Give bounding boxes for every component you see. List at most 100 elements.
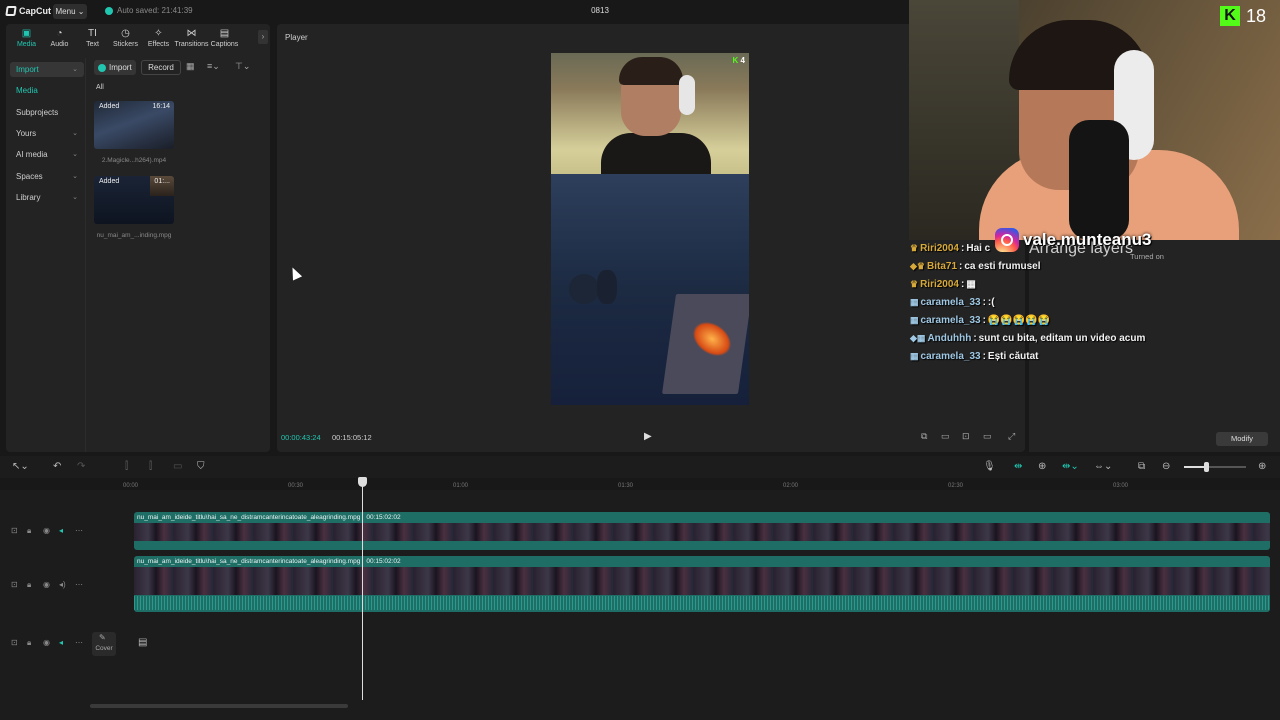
filter-icon[interactable]: ⊤⌄ <box>235 61 250 72</box>
crop-icon[interactable]: ⧉ <box>921 431 927 442</box>
menu-button[interactable]: Menu ⌄ <box>53 4 87 19</box>
grid-view-icon[interactable]: ▦ <box>186 61 195 72</box>
eye-icon[interactable]: ◉ <box>43 638 50 647</box>
playhead-handle[interactable] <box>358 477 367 487</box>
undo-icon[interactable]: ↶ <box>53 461 61 472</box>
nav-import[interactable]: Import ⌄ <box>10 62 84 77</box>
track-toggle-icon[interactable]: ⊡ <box>11 638 18 647</box>
zoom-in-icon[interactable]: ⊕ <box>1258 461 1266 472</box>
lock-icon[interactable]: 🔒︎ <box>27 526 31 536</box>
lock-icon[interactable]: 🔒︎ <box>27 580 31 590</box>
fit-icon[interactable]: ⊡ <box>962 431 970 442</box>
storyboard-icon[interactable]: ▤ <box>138 637 147 648</box>
chevron-down-icon: ⌄ <box>72 66 78 73</box>
more-icon[interactable]: ⋯ <box>75 580 83 589</box>
media-thumbnail[interactable]: Added 16:14 <box>94 101 174 149</box>
game-pot <box>569 274 599 304</box>
chat-text: Hai c <box>966 242 991 254</box>
tab-label: Stickers <box>113 41 138 48</box>
redo-icon[interactable]: ↷ <box>77 461 85 472</box>
split-icon[interactable]: ⫿ <box>125 461 128 472</box>
link-icon[interactable]: ⇹ <box>1014 461 1022 472</box>
record-button[interactable]: Record <box>141 60 181 75</box>
nav-import-label: Import <box>16 65 39 74</box>
quality-icon[interactable]: ▭ <box>941 431 950 442</box>
video-preview[interactable]: K 4 <box>551 53 749 405</box>
tab-captions[interactable]: ▤ Captions <box>208 24 241 48</box>
media-thumbnail[interactable]: Added 01:... <box>94 176 174 224</box>
media-duration: 01:... <box>154 178 170 185</box>
audio-icon[interactable]: ◂) <box>59 580 66 589</box>
preview-axis-icon[interactable]: ⇹⌄ <box>1062 461 1079 472</box>
eye-icon[interactable]: ◉ <box>43 580 50 589</box>
preview-icon[interactable]: ⧉ <box>1138 461 1145 472</box>
track-toggle-icon[interactable]: ⊡ <box>11 526 18 535</box>
playhead[interactable] <box>362 478 363 700</box>
lock-icon[interactable]: 🔒︎ <box>27 638 31 648</box>
tab-stickers[interactable]: ◷ Stickers <box>109 24 142 48</box>
ruler-tick: 00:00 <box>123 483 139 489</box>
timeline-scrollbar[interactable] <box>90 704 348 708</box>
chat-message: ▦ caramela_33 : Ești căutat <box>910 348 1039 364</box>
nav-spaces-label: Spaces <box>16 172 43 181</box>
zoom-out-icon[interactable]: ⊖ <box>1162 461 1170 472</box>
tab-media[interactable]: ▣ Media <box>10 24 43 48</box>
tabs-more-chevron-icon[interactable]: › <box>258 30 268 44</box>
tab-effects[interactable]: ✧ Effects <box>142 24 175 48</box>
media-filename: 2.Magicle...h264).mp4 <box>101 157 167 164</box>
nav-media[interactable]: Media <box>10 83 84 98</box>
audio-muted-icon[interactable]: ◂ <box>59 638 63 647</box>
eye-icon[interactable]: ◉ <box>43 526 50 535</box>
nav-library[interactable]: Library ⌄ <box>10 190 84 205</box>
clip-frames <box>134 567 1270 595</box>
person-hair <box>619 57 683 85</box>
fullscreen-icon[interactable]: ⤢ <box>1008 431 1015 442</box>
track-toggle-icon[interactable]: ⊡ <box>11 580 18 589</box>
tab-audio[interactable]: ◔ Audio <box>43 24 76 48</box>
capcut-window: CapCut Menu ⌄ Auto saved: 21:41:39 0813 … <box>0 0 1280 720</box>
split-right-icon[interactable]: ⫿ <box>149 461 152 472</box>
delete-icon[interactable]: ▭ <box>173 461 182 472</box>
chat-text: Ești căutat <box>987 350 1039 362</box>
autosave-text: Auto saved: 21:41:39 <box>117 6 193 15</box>
video-clip[interactable]: nu_mai_am_ideide_titlu\hai_sa_ne_distram… <box>134 512 1270 550</box>
sort-icon[interactable]: ≡⌄ <box>207 61 220 72</box>
project-title: 0813 <box>591 6 609 15</box>
play-icon[interactable]: ▶ <box>644 431 656 443</box>
chat-username: caramela_33 <box>920 314 981 326</box>
chat-badge-icon: ◆♛ <box>910 260 925 271</box>
nav-subprojects[interactable]: Subprojects <box>10 105 84 120</box>
chat-username: Anduhhh <box>927 332 972 344</box>
tab-label: Text <box>86 41 99 48</box>
auto-compose-icon[interactable]: ⇔⌄ <box>1094 461 1112 472</box>
select-tool-icon[interactable]: ↖⌄ <box>12 461 29 472</box>
tab-text[interactable]: TI Text <box>76 24 109 48</box>
current-time: 00:00:43:24 <box>281 433 321 442</box>
player-title: Player <box>285 33 308 42</box>
import-button[interactable]: Import <box>94 60 136 75</box>
person-shirt <box>601 133 711 178</box>
import-plus-icon <box>98 63 106 72</box>
nav-spaces[interactable]: Spaces ⌄ <box>10 169 84 184</box>
tab-label: Transitions <box>174 41 209 48</box>
modify-button[interactable]: Modify <box>1216 432 1268 446</box>
main-clip[interactable]: nu_mai_am_ideide_titlu\hai_sa_ne_distram… <box>134 556 1270 612</box>
media-filename: nu_mai_am_...inding.mpg <box>96 232 172 239</box>
nav-ai-media[interactable]: AI media ⌄ <box>10 147 84 162</box>
ruler-tick: 02:30 <box>948 483 964 489</box>
chat-badge-icon: ▦ <box>910 296 919 307</box>
marker-icon[interactable]: ⛉ <box>197 461 205 472</box>
ratio-icon[interactable]: ▭ <box>983 431 992 442</box>
zoom-slider-handle[interactable] <box>1204 462 1209 472</box>
snap-icon[interactable]: ⊕ <box>1038 461 1046 472</box>
filter-all[interactable]: All <box>96 84 104 91</box>
audio-muted-icon[interactable]: ◂ <box>59 526 63 535</box>
tab-transitions[interactable]: ⋈ Transitions <box>174 24 209 48</box>
total-time: 00:15:05:12 <box>332 433 372 442</box>
more-icon[interactable]: ⋯ <box>75 526 83 535</box>
more-icon[interactable]: ⋯ <box>75 638 83 647</box>
autosave-status: Auto saved: 21:41:39 <box>105 6 193 15</box>
microphone-icon[interactable]: 🎙 <box>983 461 996 472</box>
nav-yours[interactable]: Yours ⌄ <box>10 126 84 141</box>
time-ruler[interactable]: 00:00 00:30 01:00 01:30 02:00 02:30 03:00 <box>120 478 1280 490</box>
